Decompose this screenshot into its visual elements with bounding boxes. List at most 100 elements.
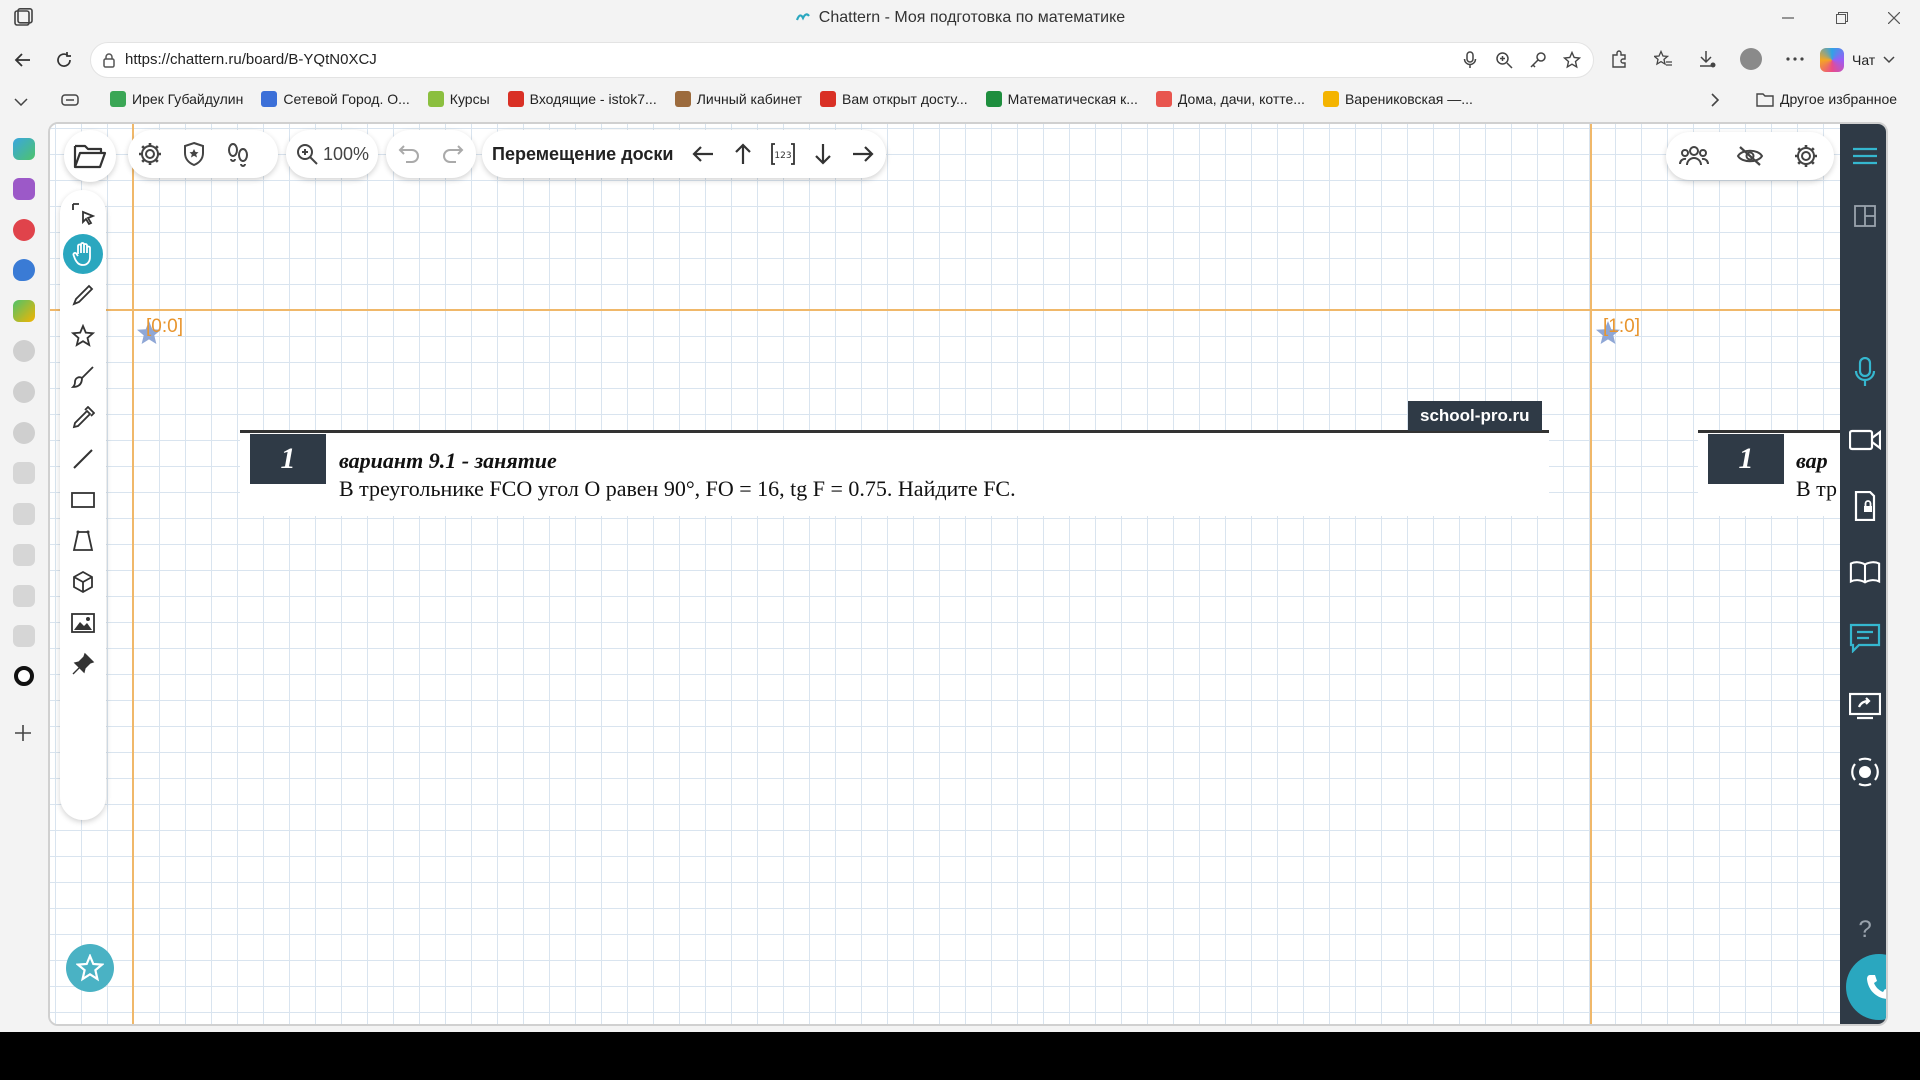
favorite-link[interactable]: Сетевой Город. О... [261,91,410,107]
zoom-control[interactable]: 100% [286,130,378,178]
move-to-coordinates-button[interactable]: 123 [763,132,803,176]
url-text[interactable]: https://chattern.ru/board/B-YQtN0XCJ [125,51,377,68]
image-tool[interactable] [63,603,103,643]
problem-number: 1 [1708,434,1784,484]
key-icon[interactable] [1527,49,1549,71]
record-icon[interactable] [14,666,34,686]
3d-shape-tool[interactable] [63,562,103,602]
chevron-right-icon [1711,93,1720,107]
address-bar[interactable]: https://chattern.ru/board/B-YQtN0XCJ [90,42,1594,78]
other-favorites[interactable]: Другое избранное [1756,91,1897,107]
security-button[interactable] [172,132,216,176]
navigation-bar: https://chattern.ru/board/B-YQtN0XCJ Чат [0,38,1920,82]
problem-card[interactable]: 1 вариант 9.1 - занятие В треугольнике F… [240,430,1549,516]
zoom-icon[interactable] [1493,49,1515,71]
favicon-icon [674,91,691,107]
move-left-button[interactable] [683,132,723,176]
hand-icon [72,242,91,266]
sidebar-app-icon[interactable] [13,219,35,241]
sidebar-app-icon[interactable] [13,340,35,362]
lock-icon[interactable] [101,52,117,68]
sidebar-app-icon[interactable] [13,462,35,484]
documents-button[interactable] [1849,490,1881,522]
brush-tool[interactable] [63,357,103,397]
screen-share-button[interactable] [1849,690,1881,722]
select-tool[interactable] [63,194,103,234]
redo-button[interactable] [431,132,475,176]
extensions-icon[interactable] [1608,48,1630,70]
microphone-button[interactable] [1849,356,1881,388]
chat-button[interactable] [1849,622,1881,654]
avatar[interactable] [1740,48,1762,70]
chat-icon[interactable] [60,90,80,110]
settings-button[interactable] [128,132,172,176]
microphone-icon[interactable] [1459,49,1481,71]
chattern-app: [0:0] [1:0] 1 вариант 9.1 - занятие В тр… [48,122,1888,1026]
star-icon [76,954,104,982]
favorite-link[interactable]: Курсы [427,91,490,107]
sidebar-app-icon[interactable] [13,544,35,566]
pen-tool[interactable] [63,275,103,315]
marker-tool[interactable] [63,398,103,438]
help-button[interactable]: ? [1849,914,1881,946]
sidebar-app-icon[interactable] [13,585,35,607]
back-button[interactable] [9,46,37,74]
profile-icon[interactable] [1740,48,1762,70]
reload-button[interactable] [50,46,78,74]
menu-button[interactable] [1849,140,1881,172]
sidebar-app-icon[interactable] [13,178,35,200]
sidebar-app-icon[interactable] [13,422,35,444]
restore-button[interactable] [1822,6,1862,30]
star-tool[interactable] [63,316,103,356]
favorites-star-button[interactable] [66,944,114,992]
move-up-button[interactable] [723,132,763,176]
more-options-icon[interactable] [1784,48,1806,70]
move-down-button[interactable] [803,132,843,176]
favicon-icon [110,91,126,107]
add-icon[interactable] [14,724,32,742]
close-button[interactable] [1874,6,1914,30]
pin-tool[interactable] [63,644,103,684]
favorite-link[interactable]: Математическая к... [985,91,1138,107]
favorites-more-button[interactable] [1705,90,1725,110]
rectangle-tool[interactable] [63,480,103,520]
chevron-down-icon[interactable] [1883,56,1895,64]
layout-button[interactable] [1849,200,1881,232]
favorite-link[interactable]: Входящие - istok7... [507,91,657,107]
grid-axis-vertical [132,124,134,1024]
open-folder-button[interactable] [64,130,116,182]
favorites-icon[interactable] [1652,48,1674,70]
sidebar-app-icon[interactable] [13,625,35,647]
participants-button[interactable] [1672,134,1716,178]
sidebar-app-icon[interactable] [13,381,35,403]
move-right-button[interactable] [843,132,883,176]
visibility-button[interactable] [1728,134,1772,178]
shape-tool[interactable] [63,521,103,561]
whiteboard-canvas[interactable]: [0:0] [1:0] 1 вариант 9.1 - занятие В тр… [50,124,1848,1024]
broadcast-button[interactable] [1849,756,1881,788]
library-button[interactable] [1849,556,1881,588]
downloads-icon[interactable] [1696,48,1718,70]
minimize-button[interactable] [1768,6,1808,30]
problem-card[interactable]: 1 вар В тр [1698,430,1848,516]
chevron-down-icon[interactable] [14,98,28,106]
favorite-link[interactable]: Варениковская —... [1322,91,1473,107]
favorite-link[interactable]: Ирек Губайдулин [110,91,243,107]
favorite-link[interactable]: Дома, дачи, котте... [1155,91,1305,107]
sidebar-app-icon[interactable] [13,300,35,322]
select-arrow-icon [72,203,95,226]
board-settings-button[interactable] [1784,134,1828,178]
line-tool[interactable] [63,439,103,479]
sidebar-app-icon[interactable] [13,138,35,160]
copilot-button[interactable]: Чат [1820,46,1895,74]
participants-tracking-button[interactable] [216,132,260,176]
sidebar-app-icon[interactable] [13,503,35,525]
favorite-link[interactable]: Личный кабинет [674,91,802,107]
sidebar-app-icon[interactable] [13,259,35,281]
favorite-star-icon[interactable] [1561,49,1583,71]
favorite-link[interactable]: Вам открыт досту... [820,91,968,107]
camera-button[interactable] [1849,424,1881,456]
hand-tool[interactable] [63,234,103,274]
zoom-in-icon [296,144,318,165]
undo-button[interactable] [387,132,431,176]
